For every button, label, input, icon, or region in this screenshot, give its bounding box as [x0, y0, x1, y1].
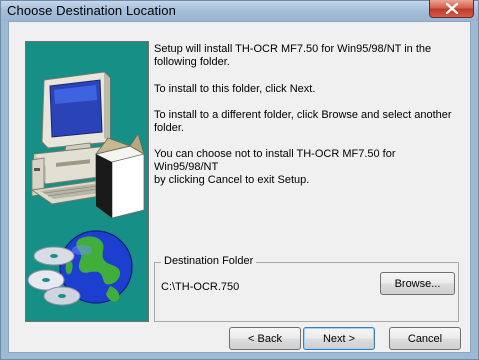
info-line: Setup will install TH-OCR MF7.50 for Win… — [154, 43, 432, 55]
destination-folder-group: Destination Folder C:\TH-OCR.750 Browse.… — [154, 255, 459, 322]
close-icon — [445, 3, 459, 14]
info-line: To install to a different folder, click … — [154, 109, 452, 121]
info-paragraph-3: To install to a different folder, click … — [154, 109, 454, 135]
info-line: folder. — [154, 122, 184, 134]
dialog-client-area: Setup will install TH-OCR MF7.50 for Win… — [8, 21, 471, 353]
setup-dialog-window: Choose Destination Location Setup will i… — [0, 0, 479, 360]
info-paragraph-1: Setup will install TH-OCR MF7.50 for Win… — [154, 43, 454, 69]
info-line: You can choose not to install TH-OCR MF7… — [154, 148, 396, 173]
info-line: by clicking Cancel to exit Setup. — [154, 174, 310, 186]
window-title: Choose Destination Location — [7, 3, 176, 18]
cancel-button[interactable]: Cancel — [389, 327, 461, 350]
title-bar[interactable]: Choose Destination Location — [1, 0, 478, 21]
browse-button[interactable]: Browse... — [380, 272, 455, 295]
destination-path: C:\TH-OCR.750 — [161, 281, 240, 293]
setup-illustration — [25, 41, 149, 322]
browse-button-label: Browse... — [394, 277, 441, 290]
info-paragraph-4: You can choose not to install TH-OCR MF7… — [154, 148, 454, 187]
destination-folder-legend: Destination Folder — [161, 255, 257, 267]
close-button[interactable] — [429, 0, 474, 18]
back-button[interactable]: < Back — [229, 327, 301, 350]
next-button[interactable]: Next > — [303, 327, 375, 350]
back-button-label: < Back — [248, 332, 282, 345]
info-line: following folder. — [154, 56, 230, 68]
cancel-button-label: Cancel — [407, 332, 443, 345]
info-line: To install to this folder, click Next. — [154, 83, 316, 95]
next-button-label: Next > — [322, 332, 356, 345]
info-paragraph-2: To install to this folder, click Next. — [154, 83, 454, 96]
computer-globe-cd-illustration-icon — [27, 71, 145, 306]
